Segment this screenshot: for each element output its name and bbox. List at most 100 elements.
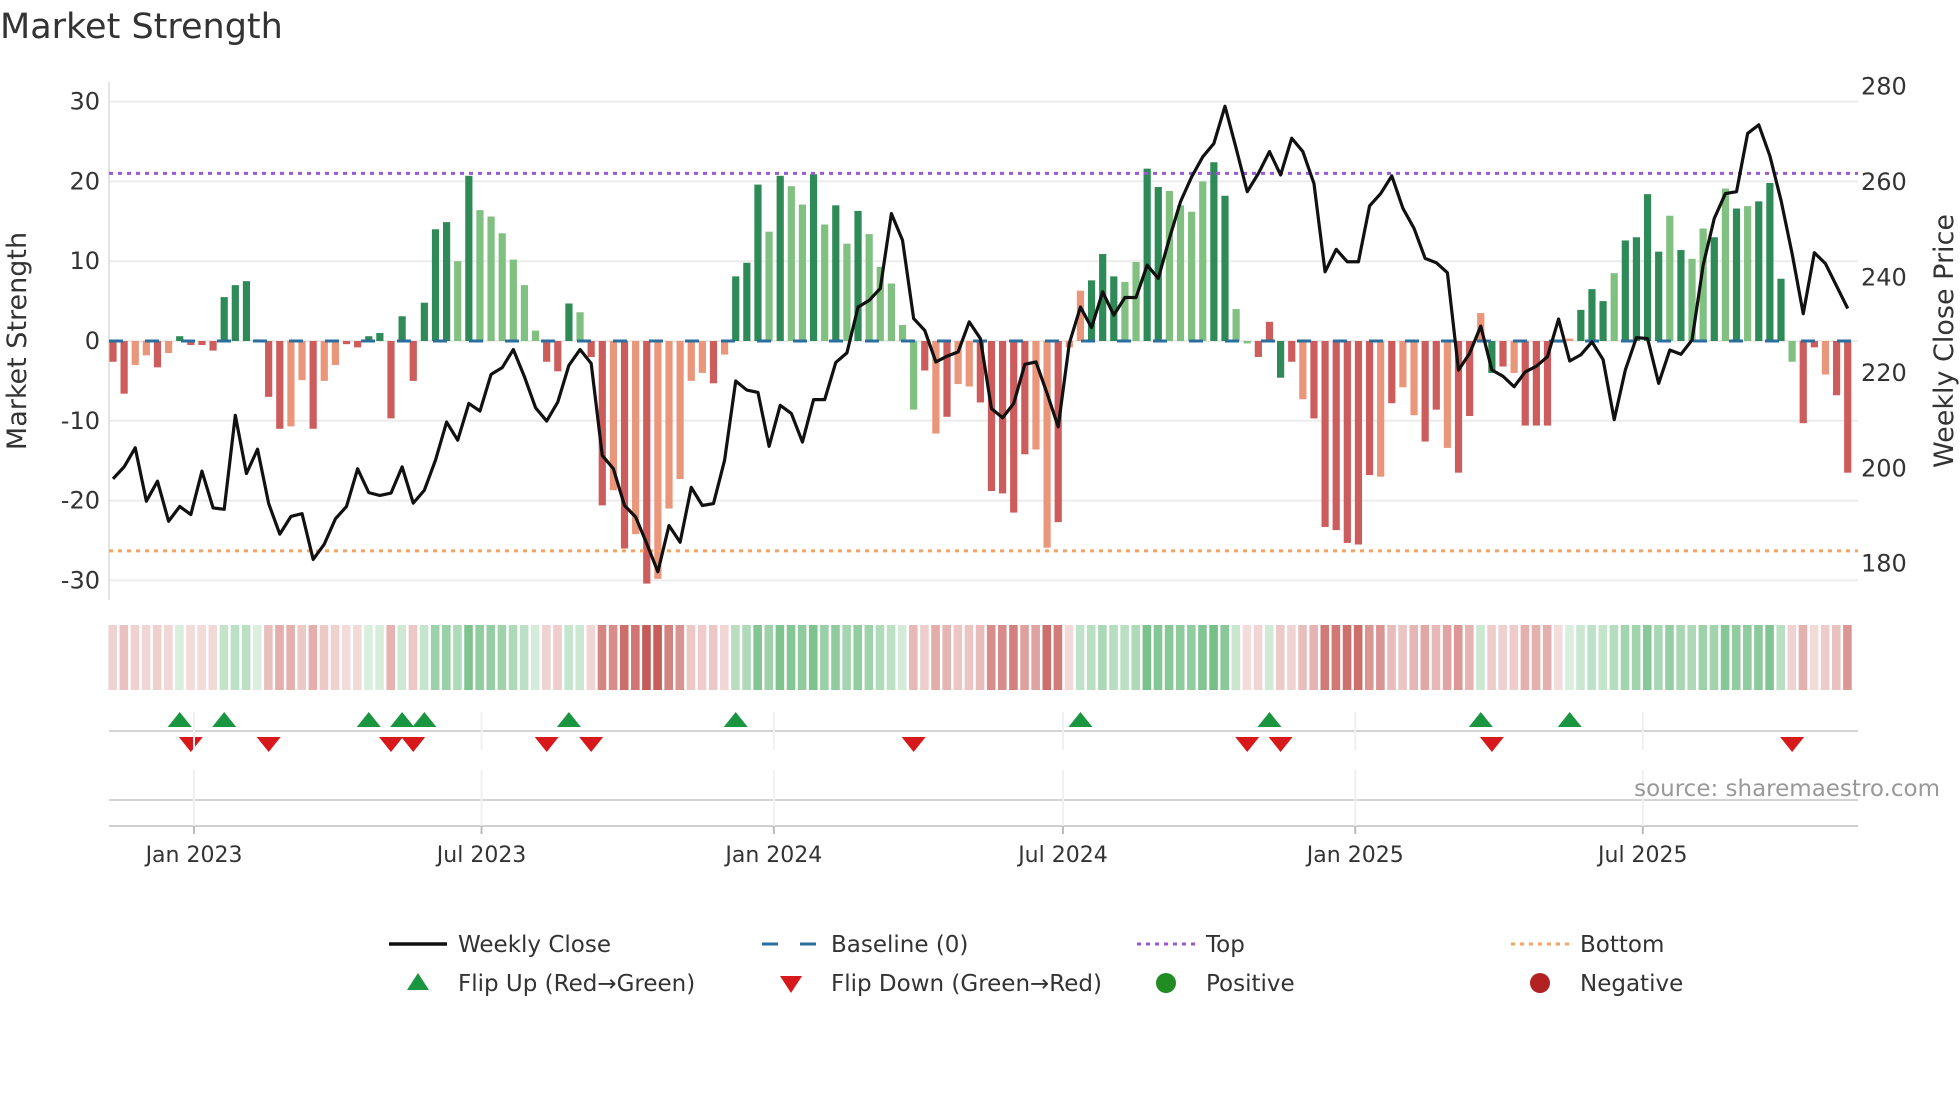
strip-cell — [1554, 625, 1563, 690]
flip-down-marker — [1235, 737, 1260, 752]
legend-flip-up-icon — [407, 973, 429, 990]
strength-bar — [1777, 278, 1785, 341]
strength-bar — [776, 175, 784, 341]
y2-tick-label: 240 — [1861, 264, 1907, 292]
strip-cell — [175, 625, 184, 690]
strip-cell — [1276, 625, 1285, 690]
strength-bar — [709, 341, 718, 384]
strip-cell — [1587, 625, 1596, 690]
strength-bar — [1010, 341, 1018, 513]
strength-bar — [921, 341, 929, 371]
strip-cell — [1453, 625, 1463, 690]
strip-cell — [152, 625, 162, 690]
flip-up-marker — [356, 712, 381, 727]
strip-cell — [975, 625, 985, 690]
strip-cell — [1298, 625, 1307, 690]
strength-bar — [798, 204, 807, 341]
strength-bar — [376, 333, 384, 341]
strength-bar — [1332, 341, 1340, 531]
strip-cell — [1442, 625, 1452, 690]
strip-cell — [164, 625, 173, 690]
flip-down-marker — [401, 737, 426, 752]
strength-bar — [832, 205, 840, 341]
strip-cell — [808, 625, 818, 690]
strength-bar — [153, 341, 162, 368]
strength-bar — [554, 341, 562, 372]
strip-cell — [119, 625, 129, 690]
strip-cell — [786, 625, 796, 690]
strength-bar — [576, 312, 584, 341]
strength-bar — [676, 341, 684, 480]
strip-cell — [364, 625, 373, 690]
y2-tick-label: 200 — [1861, 454, 1907, 482]
strength-bar — [543, 341, 551, 362]
strip-cell — [675, 625, 685, 690]
strip-cell — [708, 625, 718, 690]
strength-bar — [1799, 341, 1807, 424]
strip-cell — [1654, 625, 1663, 690]
strip-cell — [130, 625, 140, 690]
strip-cell — [964, 625, 974, 690]
strength-bar — [732, 276, 740, 341]
strip-cell — [1020, 625, 1029, 690]
strength-bar — [1165, 190, 1173, 341]
strip-cell — [619, 625, 629, 690]
strip-cell — [1609, 625, 1619, 690]
strip-cell — [597, 625, 607, 690]
strength-bar — [1732, 208, 1741, 341]
strength-bar — [320, 341, 328, 381]
flip-down-marker — [256, 737, 281, 752]
strip-cell — [864, 625, 874, 690]
x-tick-label: Jan 2025 — [1305, 843, 1404, 868]
strip-cell — [208, 625, 218, 690]
strength-bar — [465, 175, 473, 341]
strength-bar — [1666, 215, 1674, 341]
strip-cell — [775, 625, 785, 690]
y2-tick-label: 260 — [1861, 168, 1907, 196]
strip-cell — [341, 625, 351, 690]
strength-bar — [109, 341, 117, 362]
strength-bar — [1755, 201, 1763, 341]
strip-cell — [1231, 625, 1241, 690]
legend-positive-icon — [1156, 973, 1176, 993]
strip-cell — [1220, 625, 1229, 690]
right-axis-ticks: 280 260 240 220 200 180 — [1861, 73, 1907, 578]
flip-up-marker — [167, 712, 192, 727]
strip-cell — [1209, 625, 1218, 690]
strip-cell — [1142, 625, 1152, 690]
strength-bar — [142, 341, 150, 356]
strength-bar — [1210, 162, 1218, 341]
strength-bar — [1610, 273, 1618, 341]
y-tick-label: 0 — [85, 327, 100, 355]
strip-cell — [1109, 625, 1118, 690]
strength-bar — [1721, 188, 1729, 341]
strip-cell — [1420, 625, 1430, 690]
legend: Weekly Close Baseline (0) Top Bottom Flip Up… — [389, 932, 1683, 997]
strength-bar — [1143, 168, 1151, 341]
strip-cell — [1709, 625, 1719, 690]
strip-cell — [1309, 625, 1318, 690]
strip-cell — [1476, 625, 1485, 690]
legend-flip-down-icon — [780, 976, 802, 993]
strength-bar — [1399, 341, 1407, 388]
strength-bar — [910, 341, 918, 410]
strength-bar — [487, 216, 495, 341]
strip-cell — [1187, 625, 1196, 690]
legend-label-top: Top — [1205, 932, 1245, 958]
strength-bar — [1432, 341, 1440, 410]
strip-cell — [920, 625, 929, 690]
y2-tick-label: 180 — [1861, 550, 1907, 578]
strength-bar — [420, 302, 428, 341]
strength-bar — [498, 233, 506, 341]
strip-cell — [1720, 625, 1730, 690]
strip-cell — [508, 625, 518, 690]
strip-cell — [375, 625, 384, 690]
strength-bar — [1377, 341, 1385, 477]
strength-bar — [1299, 341, 1307, 400]
strip-cell — [686, 625, 696, 690]
strip-cell — [1754, 625, 1763, 690]
strength-bar — [1265, 321, 1274, 341]
strip-cell — [764, 625, 774, 690]
strength-heat-strip — [108, 625, 1852, 690]
strength-bar — [209, 341, 217, 351]
